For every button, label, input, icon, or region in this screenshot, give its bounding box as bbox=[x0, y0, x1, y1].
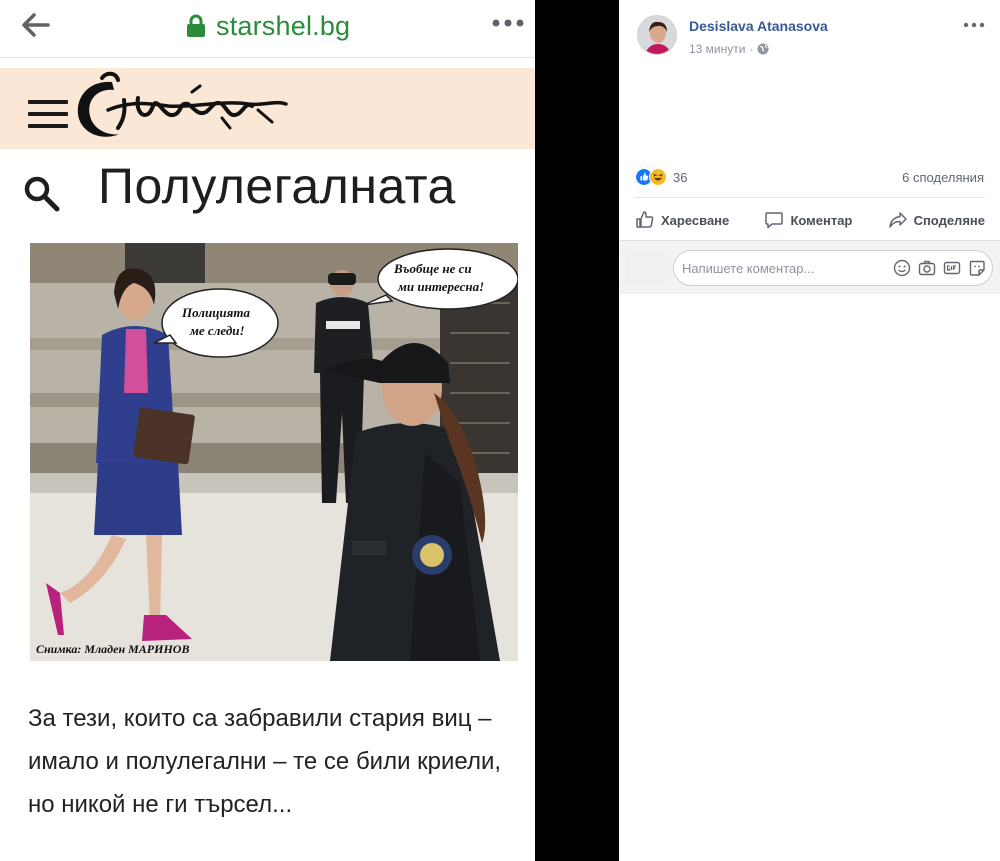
meta-separator: · bbox=[749, 42, 754, 56]
article-body: За тези, които са забравили стария виц –… bbox=[28, 705, 502, 818]
bubble-right-line2: ми интересна! bbox=[397, 279, 484, 294]
facebook-post: Desislava Atanasova 13 минути · 36 6 спо… bbox=[619, 0, 1000, 240]
bubble-right-line1: Въобще не си bbox=[393, 261, 472, 276]
screen: starshel.bg Полулегалната Полицията ме с… bbox=[0, 0, 1000, 861]
like-icon bbox=[636, 211, 654, 228]
commenter-avatar bbox=[625, 251, 669, 285]
lock-icon bbox=[187, 14, 205, 37]
haha-reaction-icon bbox=[649, 168, 667, 186]
camera-icon[interactable] bbox=[918, 259, 936, 277]
comment-icon bbox=[765, 212, 784, 229]
facebook-panel: Desislava Atanasova 13 минути · 36 6 спо… bbox=[619, 0, 1000, 861]
browser-address-bar: starshel.bg bbox=[0, 0, 535, 58]
back-arrow-icon[interactable] bbox=[18, 10, 54, 40]
comment-tools bbox=[886, 259, 986, 277]
shares-count[interactable]: 6 споделяния bbox=[902, 170, 984, 185]
search-icon[interactable] bbox=[22, 174, 62, 214]
reaction-count: 36 bbox=[673, 169, 688, 185]
article-title: Полулегалната bbox=[98, 158, 456, 214]
photo-caption: Снимка: Младен МАРИНОВ bbox=[36, 642, 190, 656]
comment-composer: Напишете коментар... bbox=[619, 240, 1000, 294]
like-label: Харесване bbox=[661, 212, 730, 228]
site-logo[interactable] bbox=[72, 70, 292, 148]
share-icon bbox=[888, 212, 907, 228]
gif-icon[interactable] bbox=[943, 259, 961, 277]
divider bbox=[635, 197, 985, 198]
url-field[interactable]: starshel.bg bbox=[186, 8, 350, 44]
comment-label: Коментар bbox=[790, 212, 853, 228]
article-photo[interactable]: Полицията ме следи! Въобще не си ми инте… bbox=[30, 243, 518, 661]
share-label: Споделяне bbox=[913, 212, 985, 228]
avatar[interactable] bbox=[637, 15, 677, 55]
more-dots-icon[interactable] bbox=[490, 10, 526, 40]
bubble-left-line1: Полицията bbox=[181, 305, 250, 320]
reactions-summary[interactable]: 36 bbox=[635, 168, 687, 186]
comment-placeholder: Напишете коментар... bbox=[682, 261, 815, 276]
comment-input[interactable]: Напишете коментар... bbox=[673, 250, 993, 286]
phone-screenshot: starshel.bg Полулегалната Полицията ме с… bbox=[0, 0, 535, 861]
url-text: starshel.bg bbox=[216, 10, 351, 41]
sticker-icon[interactable] bbox=[968, 259, 986, 277]
post-author[interactable]: Desislava Atanasova bbox=[689, 18, 828, 34]
like-button[interactable]: Харесване bbox=[635, 210, 729, 230]
hamburger-icon[interactable] bbox=[28, 98, 68, 130]
more-dots-icon[interactable] bbox=[963, 18, 985, 32]
post-meta: 13 минути · bbox=[689, 42, 769, 56]
post-time[interactable]: 13 минути bbox=[689, 42, 745, 56]
bubble-left-line2: ме следи! bbox=[189, 323, 245, 338]
globe-icon bbox=[757, 43, 769, 55]
comment-button[interactable]: Коментар bbox=[764, 210, 852, 230]
post-actions: Харесване Коментар Споделяне bbox=[635, 202, 985, 238]
smiley-icon[interactable] bbox=[893, 259, 911, 277]
share-button[interactable]: Споделяне bbox=[888, 210, 985, 230]
